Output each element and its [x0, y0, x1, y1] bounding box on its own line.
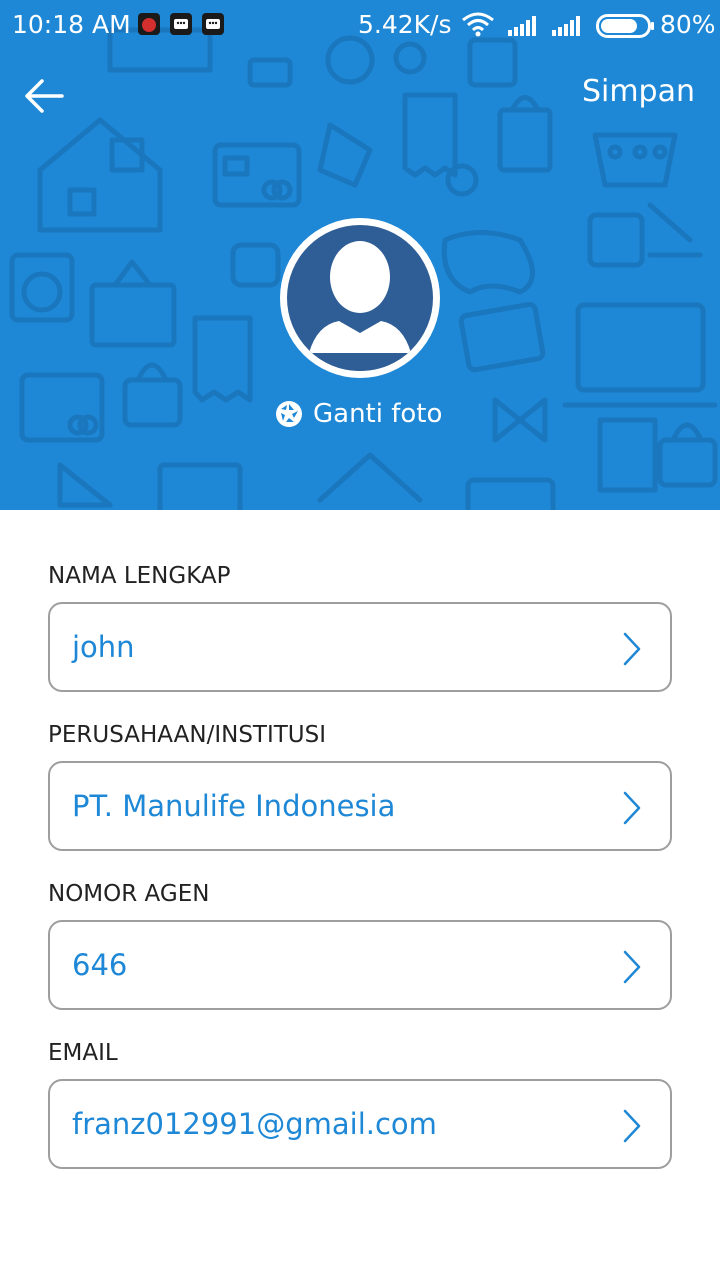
change-photo-button[interactable]: Ganti foto — [275, 396, 442, 432]
network-speed: 5.42K/s — [358, 10, 452, 39]
avatar[interactable] — [280, 218, 440, 378]
status-bar: 10:18 AM 5.42K/s 80% — [0, 0, 720, 52]
save-button[interactable]: Simpan — [582, 74, 695, 109]
agent-number-label: NOMOR AGEN — [48, 881, 210, 907]
signal-icon — [508, 16, 536, 36]
bbm-icon — [202, 13, 224, 35]
chevron-right-icon — [623, 950, 641, 984]
signal-icon — [552, 16, 580, 36]
full-name-label: NAMA LENGKAP — [48, 563, 231, 589]
email-value: franz012991@gmail.com — [72, 1107, 437, 1141]
wifi-icon — [462, 12, 494, 37]
company-label: PERUSAHAAN/INSTITUSI — [48, 722, 327, 748]
status-time: 10:18 AM — [12, 10, 131, 39]
company-value: PT. Manulife Indonesia — [72, 789, 396, 823]
chevron-right-icon — [623, 791, 641, 825]
back-button[interactable] — [20, 72, 68, 120]
agent-number-value: 646 — [72, 948, 128, 982]
battery-icon — [596, 14, 654, 38]
bbm-icon — [170, 13, 192, 35]
agent-number-field[interactable]: 646 — [48, 920, 672, 1010]
email-label: EMAIL — [48, 1040, 118, 1066]
default-user-avatar — [287, 225, 433, 371]
chevron-right-icon — [623, 1109, 641, 1143]
battery-percent: 80% — [660, 10, 716, 39]
full-name-field[interactable]: john — [48, 602, 672, 692]
full-name-value: john — [72, 630, 135, 664]
company-field[interactable]: PT. Manulife Indonesia — [48, 761, 672, 851]
arrow-left-icon — [25, 79, 64, 113]
notification-app-icon — [138, 13, 160, 35]
email-field[interactable]: franz012991@gmail.com — [48, 1079, 672, 1169]
change-photo-label: Ganti foto — [313, 399, 443, 429]
camera-aperture-icon — [276, 401, 302, 427]
chevron-right-icon — [623, 632, 641, 666]
